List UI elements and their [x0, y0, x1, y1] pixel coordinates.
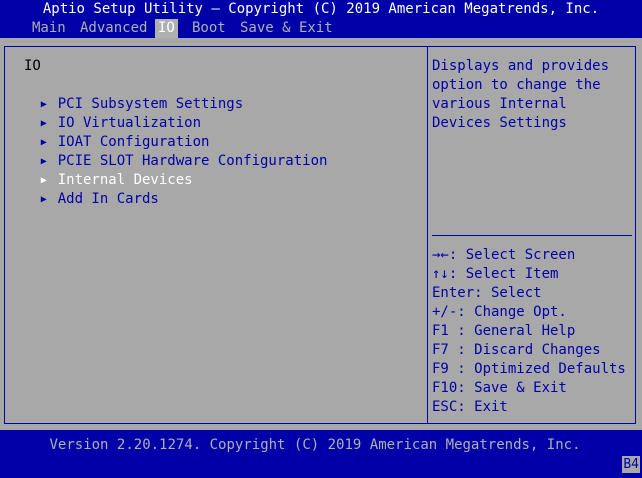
help-text-line: option to change the [432, 77, 601, 93]
key-hint-change-opt: +/-: Change Opt. [432, 304, 567, 320]
menu-tab-advanced[interactable]: Advanced [77, 19, 150, 38]
post-code-badge: B4 [622, 456, 640, 473]
menu-entry-pci-subsystem[interactable]: ▶ PCI Subsystem Settings [7, 76, 243, 112]
key-hint-select-item: ↑↓: Select Item [432, 266, 559, 282]
menu-tab-boot[interactable]: Boot [189, 19, 229, 38]
main-panel: IO ▶ PCI Subsystem Settings ▶ IO Virtualiz… [0, 38, 642, 430]
menu-entry-ioat-configuration[interactable]: ▶ IOAT Configuration [7, 114, 210, 150]
page-heading: IO [24, 58, 41, 74]
help-text-line: various Internal [432, 96, 567, 112]
menu-tab-main[interactable]: Main [29, 19, 69, 38]
key-hint-optimized-defaults: F9 : Optimized Defaults [432, 361, 626, 377]
menu-bar: Main Advanced IO Boot Save & Exit [0, 19, 642, 38]
help-text-line: Displays and provides [432, 58, 610, 74]
window-title: Aptio Setup Utility – Copyright (C) 2019… [42, 1, 600, 17]
key-hint-enter: Enter: Select [432, 285, 542, 301]
key-hint-select-screen: →←: Select Screen [432, 247, 576, 263]
vertical-divider [427, 46, 428, 424]
key-hint-general-help: F1 : General Help [432, 323, 576, 339]
menu-entry-io-virtualization[interactable]: ▶ IO Virtualization [7, 95, 201, 131]
menu-tab-io[interactable]: IO [155, 19, 178, 38]
footer: Version 2.20.1274. Copyright (C) 2019 Am… [0, 430, 642, 478]
key-hint-discard-changes: F7 : Discard Changes [432, 342, 601, 358]
help-text-line: Devices Settings [432, 115, 567, 131]
menu-tab-save-exit[interactable]: Save & Exit [237, 19, 336, 38]
menu-entry-internal-devices[interactable]: ▶ Internal Devices [7, 152, 193, 188]
key-hint-save-exit: F10: Save & Exit [432, 380, 567, 396]
version-text: Version 2.20.1274. Copyright (C) 2019 Am… [49, 437, 581, 453]
submenu-arrow-icon: ▶ [40, 194, 47, 205]
menu-entry-pcie-slot[interactable]: ▶ PCIE SLOT Hardware Configuration [7, 133, 328, 169]
horizontal-divider [432, 235, 632, 236]
menu-entry-add-in-cards[interactable]: ▶ Add In Cards [7, 171, 159, 207]
key-hint-esc-exit: ESC: Exit [432, 399, 508, 415]
menu-entry-label: Add In Cards [57, 191, 159, 207]
